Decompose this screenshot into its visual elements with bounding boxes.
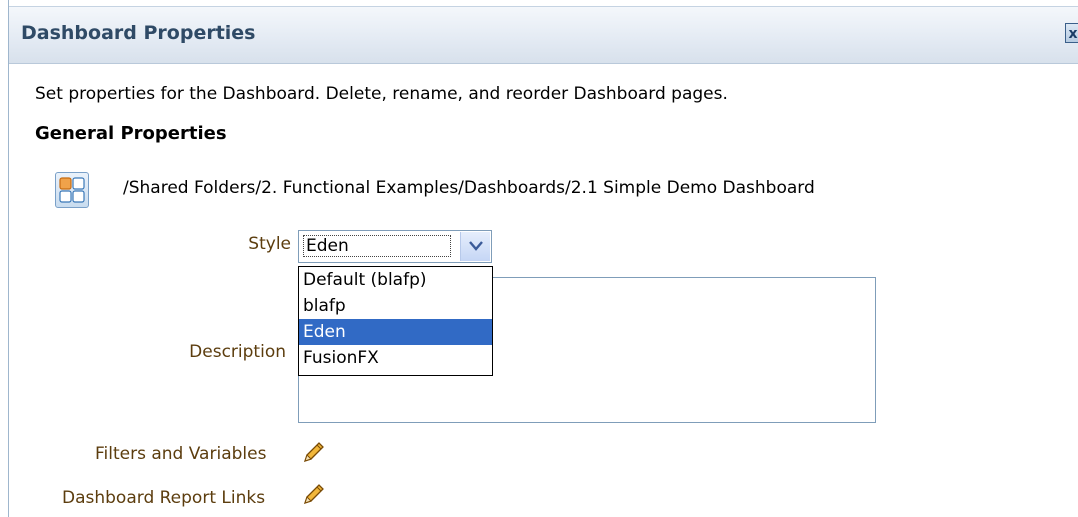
dialog-title: Dashboard Properties	[21, 22, 256, 44]
dashboard-path: /Shared Folders/2. Functional Examples/D…	[123, 178, 815, 198]
dashboard-properties-dialog: Dashboard Properties x Set properties fo…	[8, 0, 1078, 517]
general-properties-heading: General Properties	[35, 123, 227, 144]
filters-and-variables-link[interactable]: Filters and Variables	[95, 444, 266, 464]
style-option-eden[interactable]: Eden	[299, 319, 492, 345]
style-select[interactable]: Eden	[298, 230, 492, 263]
dashboard-report-links-link[interactable]: Dashboard Report Links	[62, 488, 265, 508]
dialog-titlebar: Dashboard Properties x	[9, 6, 1078, 64]
style-option-default-blafp[interactable]: Default (blafp)	[299, 267, 492, 293]
pencil-icon[interactable]	[302, 440, 326, 468]
style-select-arrow[interactable]	[460, 232, 490, 261]
description-label: Description	[189, 342, 286, 362]
intro-text: Set properties for the Dashboard. Delete…	[35, 84, 728, 104]
dashboard-grid-icon	[55, 172, 89, 208]
style-dropdown-list: Default (blafp) blafp Eden FusionFX	[298, 266, 493, 376]
close-icon: x	[1068, 26, 1078, 42]
chevron-down-icon	[469, 241, 483, 251]
close-button[interactable]: x	[1065, 23, 1078, 43]
style-option-blafp[interactable]: blafp	[299, 293, 492, 319]
style-select-value: Eden	[303, 235, 451, 257]
style-option-fusionfx[interactable]: FusionFX	[299, 345, 492, 371]
pencil-icon[interactable]	[302, 482, 326, 510]
style-label: Style	[248, 234, 291, 254]
